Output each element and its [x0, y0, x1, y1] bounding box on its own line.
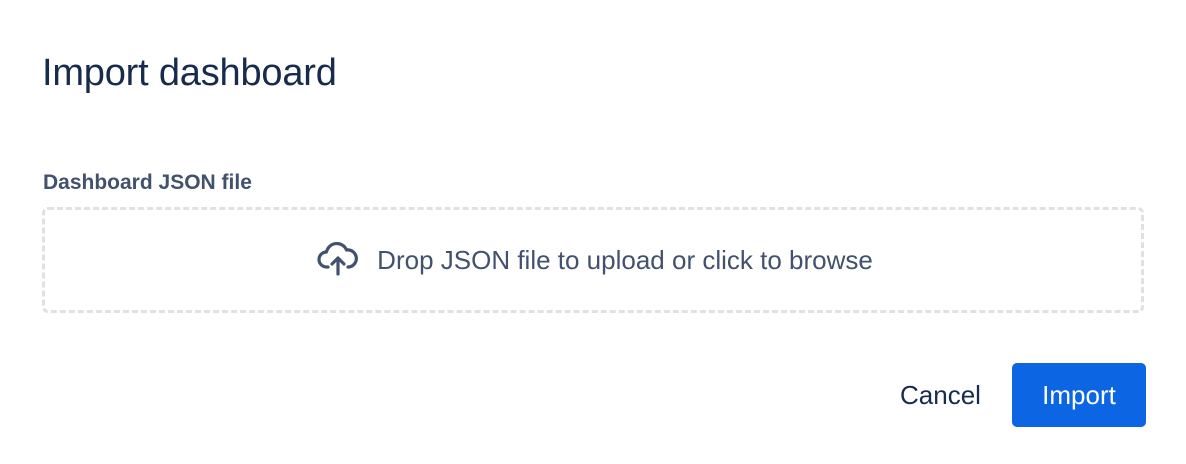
json-file-dropzone[interactable]: Drop JSON file to upload or click to bro… [42, 207, 1144, 313]
import-dashboard-dialog: Import dashboard Dashboard JSON file Dro… [0, 0, 1186, 464]
cloud-upload-icon [317, 242, 359, 278]
dropzone-text: Drop JSON file to upload or click to bro… [377, 245, 873, 275]
dialog-footer: Cancel Import [876, 363, 1146, 427]
import-button[interactable]: Import [1012, 363, 1146, 427]
dashboard-json-file-label: Dashboard JSON file [43, 171, 252, 194]
cancel-button[interactable]: Cancel [876, 363, 998, 427]
dropzone-content: Drop JSON file to upload or click to bro… [317, 242, 873, 278]
dialog-title: Import dashboard [42, 52, 337, 94]
